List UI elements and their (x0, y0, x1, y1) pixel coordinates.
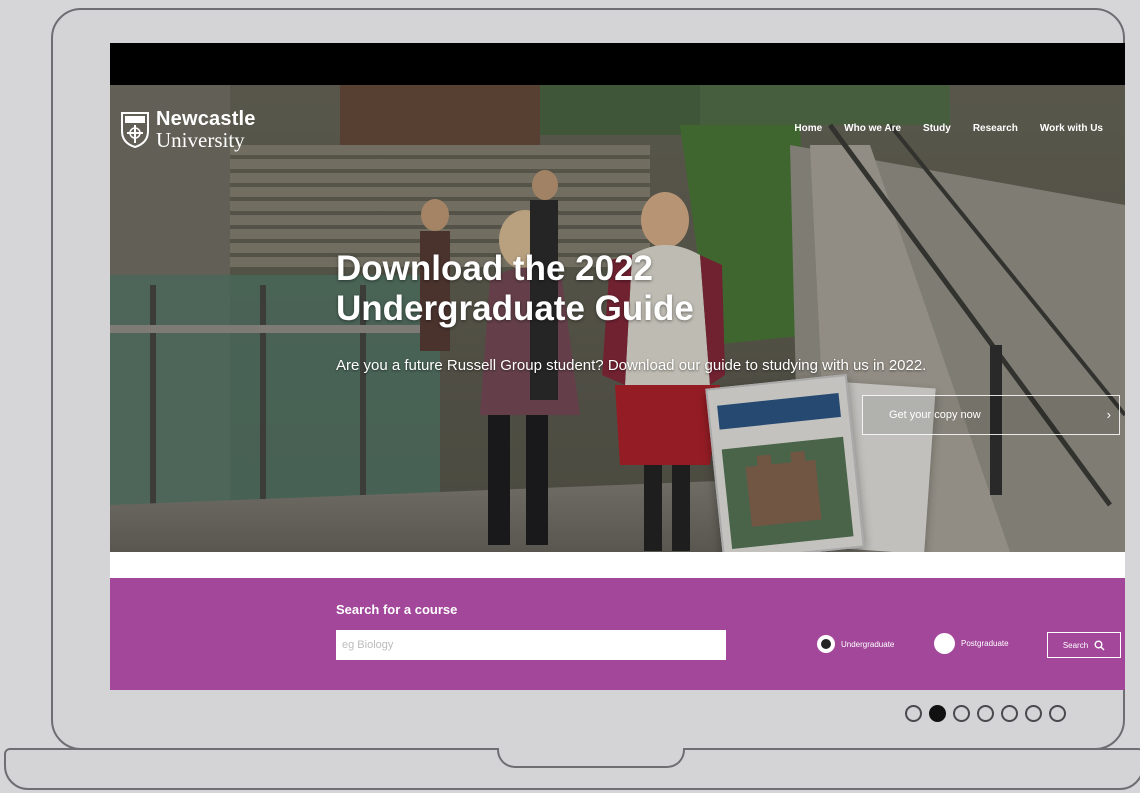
get-copy-button-label: Get your copy now (889, 409, 981, 421)
university-logo[interactable]: Newcastle University (120, 109, 256, 151)
hero-subtitle: Are you a future Russell Group student? … (336, 357, 927, 374)
search-button-label: Search (1062, 640, 1089, 650)
carousel-dot[interactable] (977, 705, 994, 722)
carousel-dot[interactable] (1025, 705, 1042, 722)
radio-postgraduate[interactable]: Postgraduate (934, 633, 1009, 654)
logo-wordmark-line1: Newcastle (156, 108, 256, 130)
radio-undergraduate[interactable]: Undergraduate (817, 635, 894, 653)
laptop-screen: Newcastle University Home Who we Are Stu… (110, 43, 1125, 690)
nav-item-study[interactable]: Study (923, 123, 951, 134)
carousel-dot[interactable] (953, 705, 970, 722)
carousel-dot[interactable] (929, 705, 946, 722)
radio-postgraduate-label: Postgraduate (961, 639, 1009, 648)
radio-unchecked-icon (934, 633, 955, 654)
nav-item-work-with-us[interactable]: Work with Us (1040, 123, 1103, 134)
hero-title: Download the 2022 Undergraduate Guide (336, 249, 856, 330)
radio-undergraduate-label: Undergraduate (841, 639, 895, 649)
search-icon (1094, 640, 1105, 650)
carousel-dot[interactable] (1001, 705, 1018, 722)
get-copy-button[interactable]: Get your copy now › (862, 395, 1120, 435)
search-button[interactable]: Search (1047, 632, 1121, 658)
carousel-dot[interactable] (905, 705, 922, 722)
course-search-input[interactable] (336, 630, 726, 660)
hero-title-line2: Undergraduate Guide (336, 289, 694, 329)
carousel-dot[interactable] (1049, 705, 1066, 722)
search-heading: Search for a course (336, 602, 458, 617)
nav-item-research[interactable]: Research (973, 123, 1018, 134)
main-nav: Home Who we Are Study Research Work with… (794, 123, 1103, 134)
chevron-right-icon: › (1106, 407, 1111, 422)
carousel-dots (905, 705, 1066, 722)
crest-icon (121, 112, 149, 149)
radio-checked-icon (817, 635, 835, 653)
course-search-panel: Search for a course Undergraduate Postgr… (110, 578, 1125, 690)
white-divider (110, 552, 1125, 578)
laptop-notch (497, 748, 685, 768)
nav-item-who-we-are[interactable]: Who we Are (844, 123, 901, 134)
logo-wordmark-line2: University (156, 128, 245, 152)
nav-item-home[interactable]: Home (794, 123, 822, 134)
hero-title-line1: Download the 2022 (336, 249, 654, 288)
hero-banner: Newcastle University Home Who we Are Stu… (110, 85, 1125, 552)
